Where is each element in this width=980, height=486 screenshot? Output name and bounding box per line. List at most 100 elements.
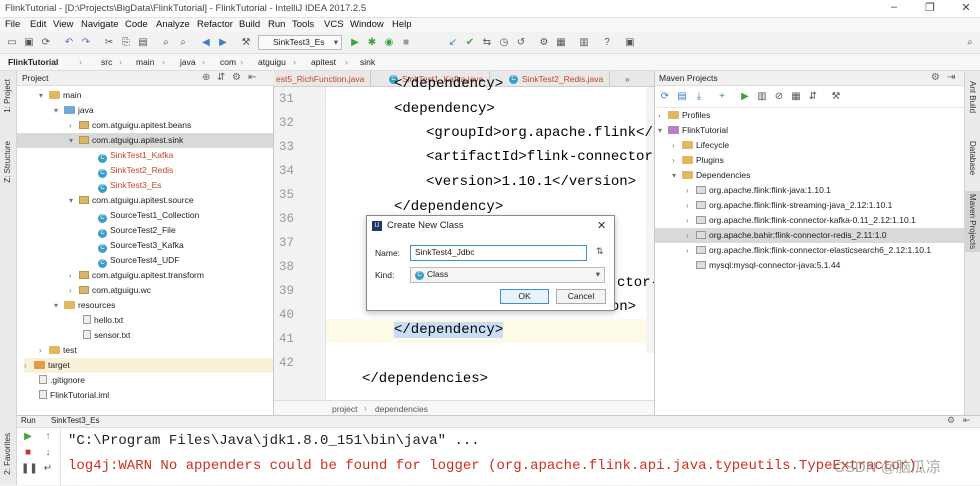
vcs-history-icon[interactable]: ◷ bbox=[497, 36, 511, 50]
back-icon[interactable]: ◀ bbox=[199, 36, 213, 50]
cancel-button[interactable]: Cancel bbox=[556, 289, 606, 304]
class-name-input[interactable]: SinkTest4_Jdbc bbox=[410, 245, 587, 261]
tree-node[interactable]: › target bbox=[24, 358, 273, 373]
maven-node[interactable]: mysql:mysql-connector-java:5.1.44 bbox=[696, 258, 840, 273]
menu-run[interactable]: Run bbox=[268, 19, 285, 30]
tree-node[interactable]: sensor.txt bbox=[83, 328, 130, 343]
replace-icon[interactable]: ⌕ bbox=[176, 36, 190, 50]
open-icon[interactable]: ▭ bbox=[5, 36, 19, 50]
breadcrumb-item[interactable]: atguigu bbox=[258, 57, 286, 67]
stop-icon[interactable]: ■ bbox=[21, 446, 35, 460]
add-icon[interactable]: + bbox=[715, 90, 729, 104]
xml-breadcrumb-item[interactable]: dependencies bbox=[375, 404, 428, 414]
more-tabs-icon[interactable]: » bbox=[619, 71, 636, 87]
collapse-icon[interactable]: ⇵ bbox=[217, 72, 225, 83]
maximize-icon[interactable]: ❐ bbox=[920, 1, 940, 14]
project-structure-icon[interactable]: ▦ bbox=[554, 36, 568, 50]
debug-icon[interactable]: ✱ bbox=[365, 36, 379, 50]
tree-node[interactable]: .gitignore bbox=[39, 373, 85, 388]
breadcrumb-item[interactable]: main bbox=[136, 57, 154, 67]
vcs-commit-icon[interactable]: ✔ bbox=[463, 36, 477, 50]
code-line[interactable]: <version>1.10.1</version> bbox=[426, 174, 636, 190]
search-everywhere-icon[interactable]: ⌕ bbox=[963, 36, 977, 50]
code-line[interactable]: </dependency> bbox=[394, 76, 503, 92]
tree-node[interactable]: C SinkTest2_Redis bbox=[98, 163, 173, 178]
menu-tools[interactable]: Tools bbox=[292, 19, 314, 30]
scroll-down-icon[interactable]: ↓ bbox=[41, 446, 55, 460]
run-icon[interactable]: ▶ bbox=[348, 36, 362, 50]
sdk-icon[interactable]: ▥ bbox=[577, 36, 591, 50]
editor-tab[interactable]: est5_RichFunction.java bbox=[270, 71, 372, 87]
maven-node[interactable]: › Lifecycle bbox=[672, 138, 729, 153]
tree-node[interactable]: ▾ main bbox=[39, 88, 81, 103]
breadcrumb-item[interactable]: java bbox=[180, 57, 196, 67]
tree-node[interactable]: › com.atguigu.apitest.transform bbox=[69, 268, 204, 283]
menu-analyze[interactable]: Analyze bbox=[156, 19, 190, 30]
run-icon[interactable]: ▶ bbox=[738, 90, 752, 104]
hide-icon[interactable]: ⇤ bbox=[248, 72, 256, 83]
menu-file[interactable]: File bbox=[5, 19, 20, 30]
kind-select[interactable]: C Class ▾ bbox=[410, 267, 605, 283]
hide-icon[interactable]: ⇤ bbox=[963, 415, 971, 426]
code-line[interactable]: </dependency> bbox=[394, 199, 503, 215]
save-icon[interactable]: ▣ bbox=[22, 36, 36, 50]
breadcrumb-item[interactable]: FlinkTutorial bbox=[8, 57, 58, 67]
tree-node[interactable]: › test bbox=[39, 343, 77, 358]
maven-node[interactable]: › org.apache.flink:flink-connector-elasti… bbox=[686, 243, 931, 258]
menu-window[interactable]: Window bbox=[350, 19, 384, 30]
collapse-icon[interactable]: ⇵ bbox=[806, 90, 820, 104]
breadcrumb-item[interactable]: apitest bbox=[311, 57, 336, 67]
project-tool-tab[interactable]: 1: Project bbox=[3, 79, 12, 113]
tree-node[interactable]: ▾ resources bbox=[54, 298, 115, 313]
gear-icon[interactable]: ⚙ bbox=[232, 72, 241, 83]
tree-node[interactable]: C SourceTest2_File bbox=[98, 223, 176, 238]
ant-build-tab[interactable]: Ant Build bbox=[968, 81, 977, 113]
minimize-icon[interactable]: – bbox=[884, 1, 904, 13]
hide-icon[interactable]: ⇥ bbox=[947, 72, 955, 83]
forward-icon[interactable]: ▶ bbox=[216, 36, 230, 50]
rerun-icon[interactable]: ▶ bbox=[21, 430, 35, 444]
redo-icon[interactable]: ↷ bbox=[79, 36, 93, 50]
sync-icon[interactable]: ⟳ bbox=[39, 36, 53, 50]
run-tab[interactable]: SinkTest3_Es bbox=[51, 416, 99, 425]
vcs-revert-icon[interactable]: ↺ bbox=[514, 36, 528, 50]
code-line[interactable]: <groupId>org.apache.flink</gr bbox=[426, 125, 670, 141]
build-icon[interactable]: ⚒ bbox=[239, 36, 253, 50]
maven-node[interactable]: › org.apache.flink:flink-java:1.10.1 bbox=[686, 183, 831, 198]
sort-icon[interactable]: ⇅ bbox=[596, 246, 604, 257]
copy-icon[interactable]: ⎘ bbox=[119, 36, 133, 50]
tree-node[interactable]: FlinkTutorial.iml bbox=[39, 388, 109, 403]
maven-node[interactable]: ▾ FlinkTutorial bbox=[658, 123, 728, 138]
maven-node[interactable]: › org.apache.flink:flink-streaming-java_2… bbox=[686, 198, 892, 213]
run-config-select[interactable]: SinkTest3_Es ▾ bbox=[258, 35, 342, 50]
tree-node[interactable]: hello.txt bbox=[83, 313, 123, 328]
maven-node[interactable]: › org.apache.flink:flink-connector-kafka-… bbox=[686, 213, 916, 228]
tree-node[interactable]: C SinkTest3_Es bbox=[98, 178, 162, 193]
vcs-update-icon[interactable]: ↙ bbox=[446, 36, 460, 50]
skip-tests-icon[interactable]: ⊘ bbox=[772, 90, 786, 104]
tree-node[interactable]: C SinkTest1_Kafka bbox=[98, 148, 173, 163]
maven-node[interactable]: › Profiles bbox=[658, 108, 710, 123]
locate-icon[interactable]: ⊕ bbox=[202, 72, 210, 83]
vcs-compare-icon[interactable]: ⇆ bbox=[480, 36, 494, 50]
breadcrumb-item[interactable]: src bbox=[101, 57, 112, 67]
menu-code[interactable]: Code bbox=[125, 19, 148, 30]
maven-node-selected[interactable]: › org.apache.bahir:flink-connector-redis_… bbox=[655, 228, 964, 243]
tree-node[interactable]: C SourceTest3_Kafka bbox=[98, 238, 184, 253]
pause-icon[interactable]: ❚❚ bbox=[21, 462, 38, 476]
favorites-tool-tab[interactable]: 2: Favorites bbox=[3, 433, 12, 475]
maven-projects-tab[interactable]: Maven Projects bbox=[965, 191, 980, 253]
find-icon[interactable]: ⌕ bbox=[159, 36, 173, 50]
code-line[interactable]: </dependencies> bbox=[362, 371, 488, 387]
tree-node-selected[interactable]: ▾ com.atguigu.apitest.sink bbox=[17, 133, 273, 148]
project-view-select[interactable]: Project bbox=[22, 73, 48, 83]
reimport-icon[interactable]: ⟳ bbox=[658, 90, 672, 104]
close-icon[interactable]: ✕ bbox=[597, 216, 606, 236]
maven-node[interactable]: ▾ Dependencies bbox=[672, 168, 750, 183]
download-icon[interactable]: ⤓ bbox=[692, 90, 706, 104]
cut-icon[interactable]: ✂ bbox=[102, 36, 116, 50]
scroll-up-icon[interactable]: ↑ bbox=[41, 430, 55, 444]
maven-node[interactable]: › Plugins bbox=[672, 153, 724, 168]
code-line-selected[interactable]: </dependency> bbox=[394, 322, 504, 338]
gear-icon[interactable]: ⚙ bbox=[947, 415, 955, 426]
